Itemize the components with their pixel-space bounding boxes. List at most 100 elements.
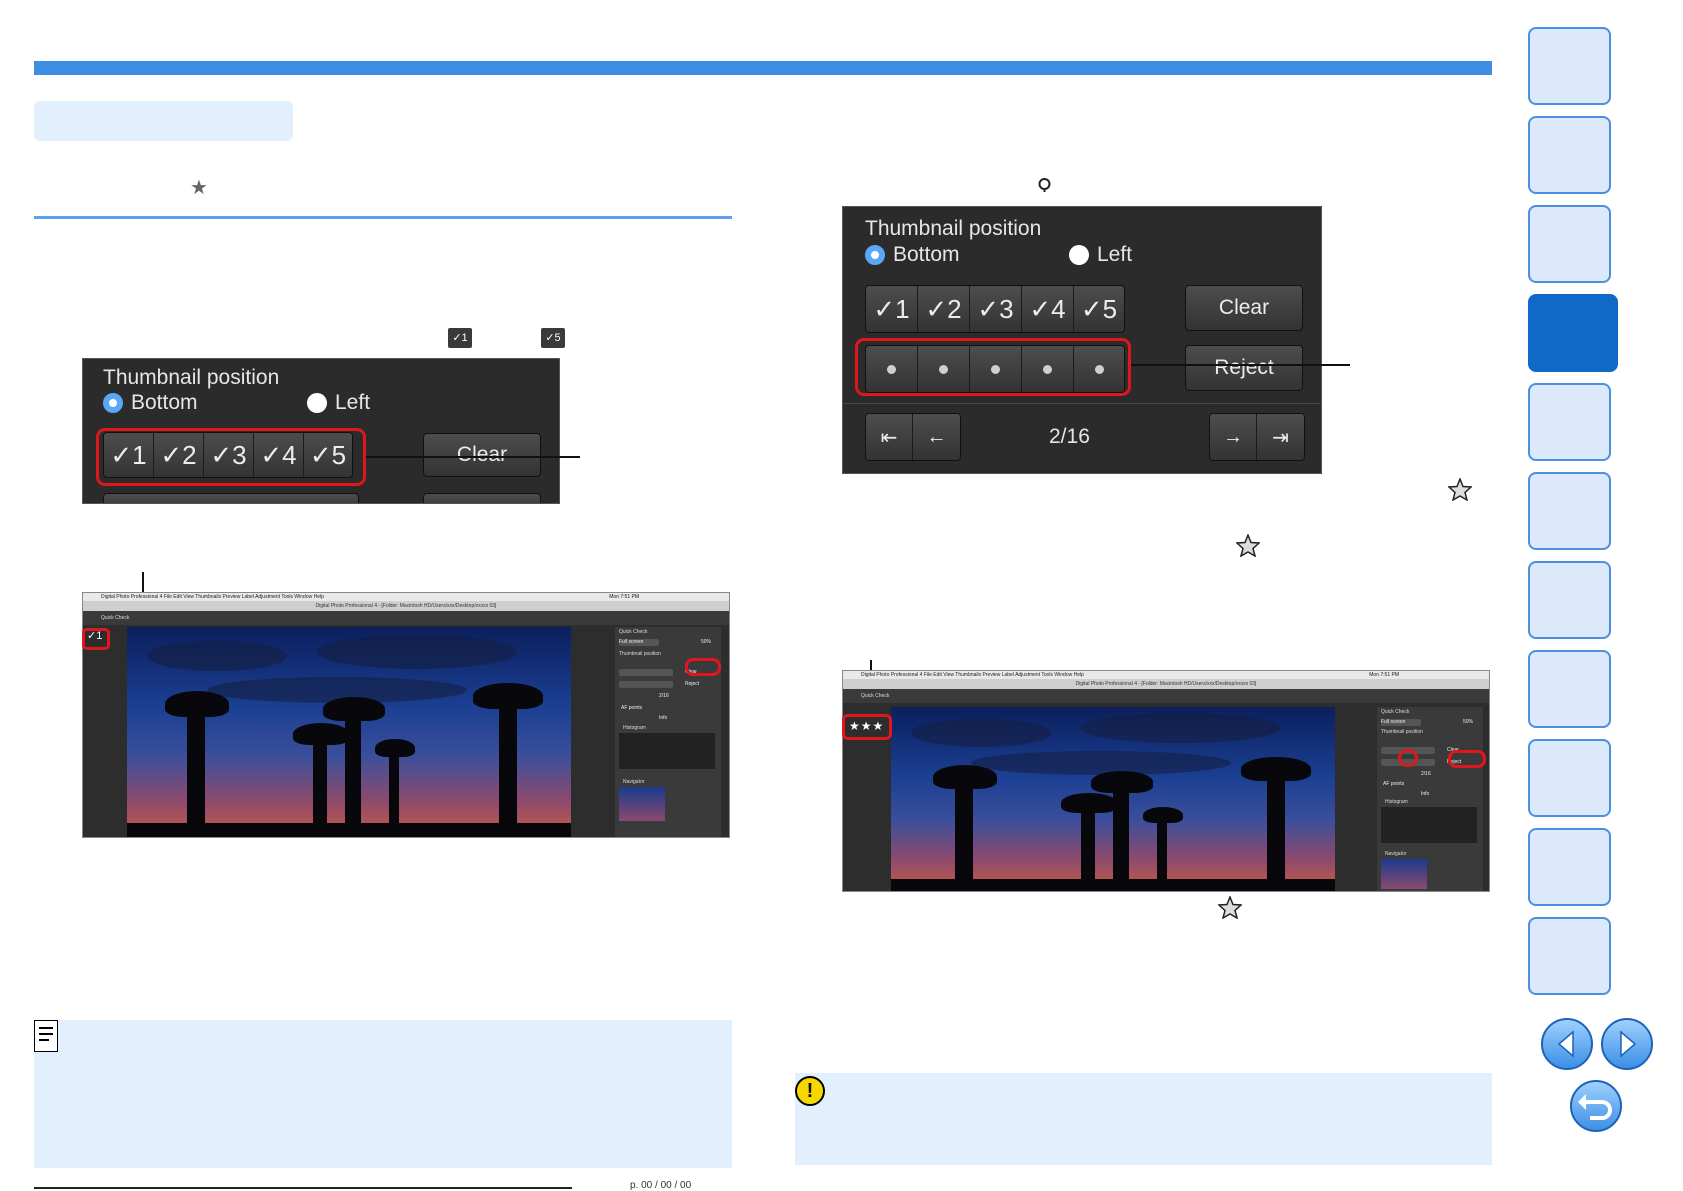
nav-tab-8[interactable]	[1528, 650, 1611, 728]
sidebar-thumbnail-position: Thumbnail position	[1381, 729, 1423, 735]
radio-selected-icon	[103, 393, 123, 413]
caution-note-box	[795, 1073, 1492, 1165]
nav-tab-3[interactable]	[1528, 205, 1611, 283]
heading-underline	[34, 216, 732, 219]
sidebar-info-button[interactable]: Info	[659, 715, 667, 721]
section-title-tab	[34, 101, 293, 141]
callout-line	[366, 456, 580, 458]
quick-check-toolbar: Quick Check	[843, 689, 1489, 703]
nav-tab-10[interactable]	[1528, 828, 1611, 906]
nav-tab-7[interactable]	[1528, 561, 1611, 639]
previous-page-icon[interactable]	[1541, 1018, 1593, 1070]
badge-highlight	[82, 628, 110, 650]
clear-highlight	[685, 658, 721, 676]
nav-tab-4-current[interactable]	[1528, 294, 1618, 372]
navigator-thumbnail	[1381, 859, 1427, 889]
next-page-icon[interactable]	[1601, 1018, 1653, 1070]
radio-left[interactable]: Left	[1069, 243, 1132, 267]
rating-buttons-highlight	[855, 338, 1131, 396]
radio-bottom[interactable]: Bottom	[865, 243, 960, 267]
check-buttons-highlight	[96, 428, 366, 486]
quick-check-screenshot: Digital Photo Professional 4 File Edit V…	[82, 592, 730, 838]
nav-tab-9[interactable]	[1528, 739, 1611, 817]
nav-tab-2[interactable]	[1528, 116, 1611, 194]
navigator-thumbnail	[619, 787, 665, 821]
sidebar-navigator-label: Navigator	[623, 779, 645, 785]
histogram-graph	[619, 733, 715, 769]
check-5-button[interactable]: ✓5	[1074, 286, 1124, 332]
nav-tab-11[interactable]	[1528, 917, 1611, 995]
nav-tab-6[interactable]	[1528, 472, 1611, 550]
nav-next-last: → ⇥	[1209, 413, 1305, 461]
zoom-select[interactable]: 50%	[1463, 719, 1473, 725]
check-1-key-icon: ✓1	[448, 328, 472, 348]
window-title: Digital Photo Professional 4 - [Folder: …	[843, 679, 1489, 689]
radio-unselected-icon	[1069, 245, 1089, 265]
outline-star-icon	[1235, 532, 1261, 562]
footer-rule	[34, 1187, 572, 1189]
memo-icon	[34, 1020, 58, 1052]
zoom-select[interactable]: 50%	[701, 639, 711, 645]
check-2-button[interactable]: ✓2	[918, 286, 970, 332]
page-footer: p. 00 / 00 / 00	[630, 1180, 692, 1191]
radio-bottom[interactable]: Bottom	[103, 391, 198, 415]
full-screen-button[interactable]: Full screen	[1381, 719, 1421, 726]
full-screen-button[interactable]: Full screen	[619, 639, 659, 646]
sidebar-title: Quick Check	[1381, 709, 1410, 715]
radio-unselected-icon	[307, 393, 327, 413]
sidebar-af-points[interactable]: AF points	[621, 705, 642, 711]
sidebar-reject-button[interactable]: Reject	[685, 681, 699, 687]
sidebar-af-points[interactable]: AF points	[1383, 781, 1404, 787]
sidebar-counter: 2/16	[1421, 771, 1431, 777]
radio-left[interactable]: Left	[307, 391, 370, 415]
sidebar-histogram-label: Histogram	[623, 725, 646, 731]
thumbnail-position-label: Thumbnail position	[865, 217, 1042, 240]
check-4-button[interactable]: ✓4	[1022, 286, 1074, 332]
clear-button[interactable]: Clear	[423, 433, 541, 477]
next-image-icon[interactable]: →	[1210, 414, 1257, 460]
panel-divider	[843, 403, 1321, 404]
rating-badge-highlight	[842, 714, 892, 740]
sidebar-info-button[interactable]: Info	[1421, 791, 1429, 797]
previous-image-icon[interactable]: ←	[913, 414, 960, 460]
rating-row-partial	[103, 493, 359, 503]
thumbnail-position-label: Thumbnail position	[103, 366, 280, 389]
sidebar-thumbnail-position: Thumbnail position	[619, 651, 661, 657]
outline-star-icon	[1217, 894, 1243, 924]
histogram-graph	[1381, 807, 1477, 843]
sidebar-navigator-label: Navigator	[1385, 851, 1407, 857]
header-rule	[34, 61, 1492, 75]
sidebar-rating-buttons[interactable]	[619, 681, 673, 688]
sidebar-histogram-label: Histogram	[1385, 799, 1408, 805]
callout-line	[1131, 364, 1350, 366]
radio-left-label: Left	[1097, 243, 1133, 266]
nav-tab-5[interactable]	[1528, 383, 1611, 461]
sidebar-title: Quick Check	[619, 629, 648, 635]
check-mark-buttons: ✓1 ✓2 ✓3 ✓4 ✓5	[865, 285, 1125, 333]
window-title: Digital Photo Professional 4 - [Folder: …	[83, 601, 729, 611]
star-button-highlight	[1398, 749, 1418, 767]
caution-icon: !	[795, 1076, 825, 1106]
reject-highlight	[1448, 750, 1486, 768]
last-image-icon[interactable]: ⇥	[1257, 414, 1304, 460]
clear-button[interactable]: Clear	[1185, 285, 1303, 331]
menu-clock: Mon 7:51 PM	[1369, 672, 1399, 678]
first-image-icon[interactable]: ⇤	[866, 414, 913, 460]
radio-bottom-label: Bottom	[893, 243, 960, 266]
check-3-button[interactable]: ✓3	[970, 286, 1022, 332]
quick-check-toolbar: Quick Check	[83, 611, 729, 625]
nav-tab-1[interactable]	[1528, 27, 1611, 105]
sidebar-check-buttons[interactable]	[619, 669, 673, 676]
check-5-key-icon: ✓5	[541, 328, 565, 348]
radio-left-label: Left	[335, 391, 371, 414]
image-counter: 2/16	[1049, 425, 1090, 448]
star-icon: ★	[190, 177, 208, 199]
return-icon[interactable]	[1570, 1080, 1622, 1132]
check-1-button[interactable]: ✓1	[866, 286, 918, 332]
reject-button[interactable]: Reject	[1185, 345, 1303, 391]
sidebar-counter: 2/16	[659, 693, 669, 699]
memo-note-box	[34, 1020, 732, 1168]
baobab-photo	[891, 707, 1335, 891]
quick-check-sidebar: Quick Check Full screen 50% Thumbnail po…	[1377, 707, 1483, 891]
outline-star-icon	[1447, 476, 1473, 506]
